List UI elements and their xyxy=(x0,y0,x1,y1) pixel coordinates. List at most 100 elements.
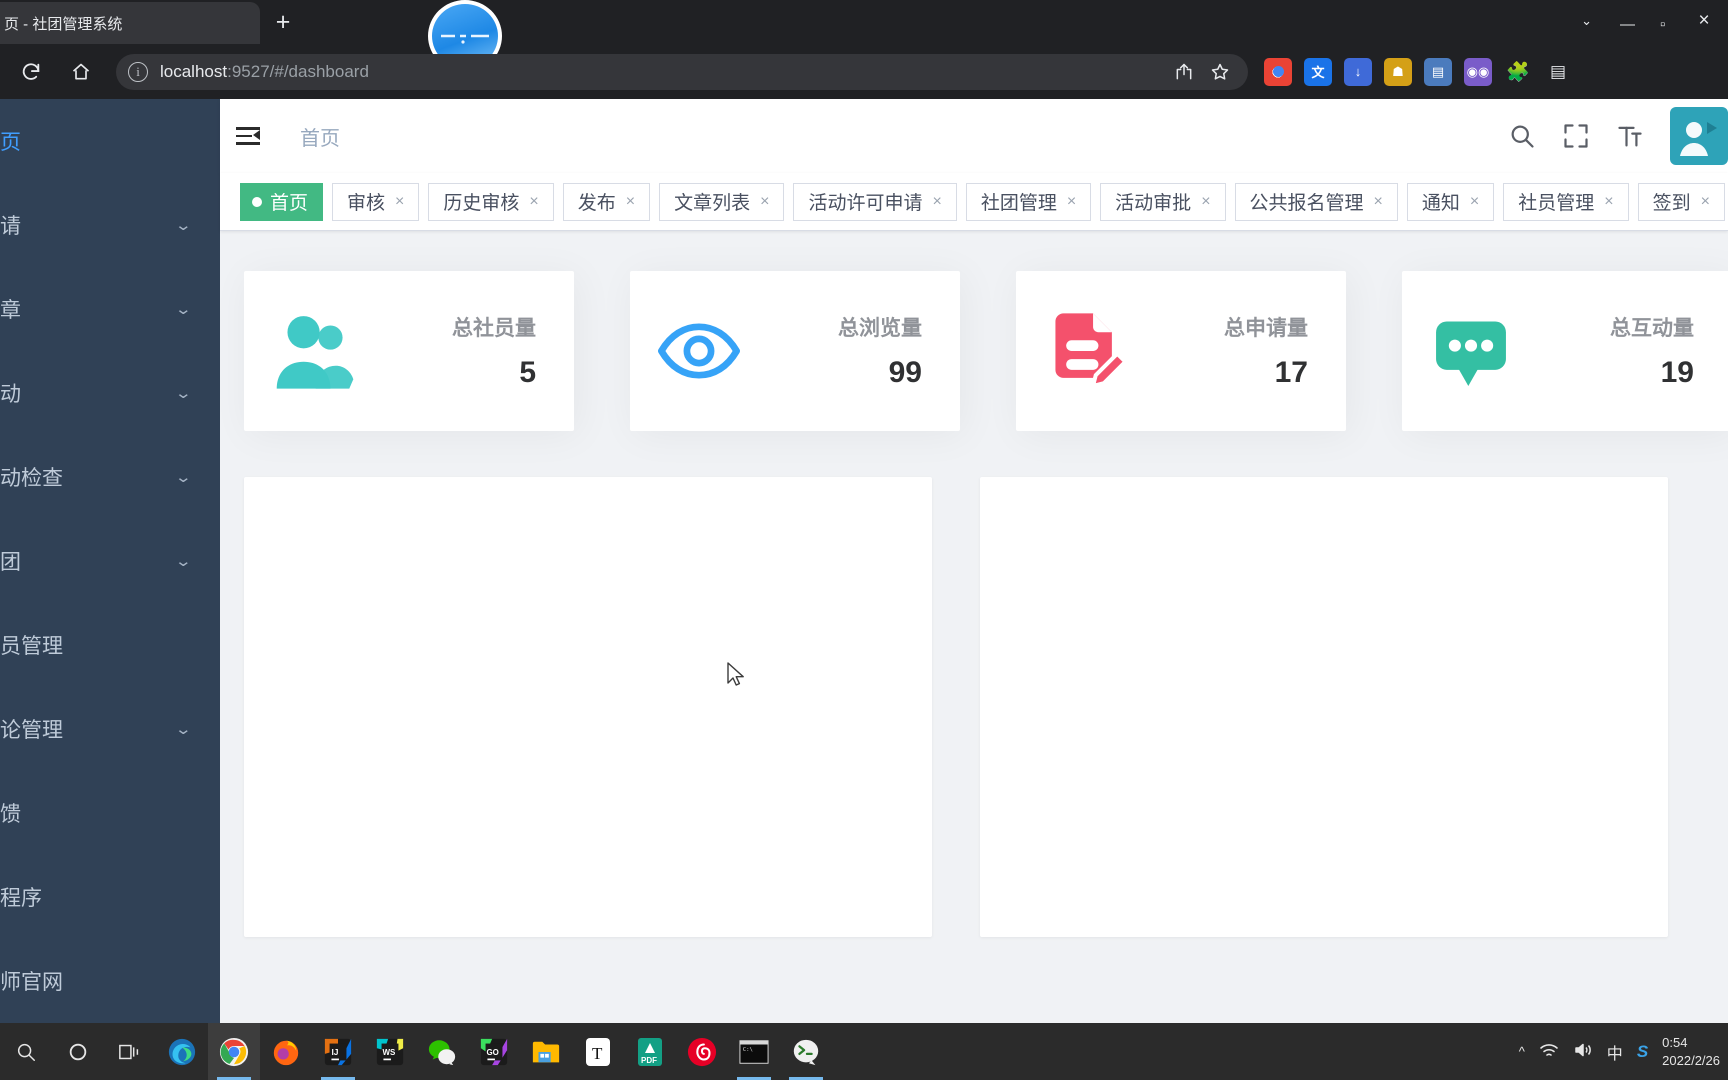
tags-view: 首页 审核 × 历史审核 × 发布 × 文章列表 × 活动许可申请 × 社团管理 × 活动审批 × 公共报名管… xyxy=(220,173,1728,231)
tag-close-icon[interactable]: × xyxy=(1067,193,1076,211)
taskbar-taskview-icon[interactable] xyxy=(104,1023,156,1080)
info-icon[interactable]: i xyxy=(128,61,148,82)
sidebar-item-feedback[interactable]: 馈 xyxy=(0,771,220,855)
sidebar-item-member-manage[interactable]: 员管理 xyxy=(0,603,220,687)
side-panel-icon[interactable]: ▤ xyxy=(1544,58,1572,86)
taskbar-explorer[interactable] xyxy=(520,1023,572,1080)
taskbar-typora[interactable]: T xyxy=(572,1023,624,1080)
panel-card[interactable]: 总申请量 17 xyxy=(1016,271,1346,431)
address-bar[interactable]: i localhost:9527/#/dashboard xyxy=(116,53,1248,90)
clipboard-icon[interactable]: ▤ xyxy=(1424,57,1452,86)
panel-card[interactable]: 总社员量 5 xyxy=(244,271,574,431)
sidebar-item-article[interactable]: 章 ⌄ xyxy=(0,267,220,351)
chart-panel-right xyxy=(980,477,1668,937)
taskbar-pdf[interactable]: PDF xyxy=(624,1023,676,1080)
taskbar-netease[interactable] xyxy=(676,1023,728,1080)
user-script-icon[interactable]: ☗ xyxy=(1384,57,1412,86)
tag-item[interactable]: 历史审核 × xyxy=(428,182,554,221)
sidebar-item-teacher-site[interactable]: 师官网 xyxy=(0,939,220,1023)
sidebar-item-application[interactable]: 请 ⌄ xyxy=(0,183,220,267)
sidebar-item-home[interactable]: 页 xyxy=(0,99,220,183)
sidebar-item-label: 师官网 xyxy=(0,971,63,994)
navbar: 首页 xyxy=(220,99,1728,173)
tag-item[interactable]: 活动审批 × xyxy=(1100,182,1226,221)
peoples-icon xyxy=(266,304,360,398)
font-size-icon[interactable] xyxy=(1616,122,1644,150)
document-edit-icon xyxy=(1038,304,1132,398)
taskbar-goland[interactable]: GO xyxy=(468,1023,520,1080)
sidebar-item-miniprogram[interactable]: 程序 xyxy=(0,855,220,939)
svg-text:C:\: C:\ xyxy=(743,1047,753,1053)
tag-close-icon[interactable]: × xyxy=(760,193,769,211)
tag-item[interactable]: 社团管理 × xyxy=(965,182,1092,221)
search-icon[interactable] xyxy=(1508,122,1536,150)
wifi-icon[interactable] xyxy=(1539,1042,1559,1061)
sogou-input-icon[interactable]: S xyxy=(1637,1042,1648,1062)
tag-close-icon[interactable]: × xyxy=(1374,193,1383,211)
tag-close-icon[interactable]: × xyxy=(626,193,635,211)
translate-icon[interactable]: 文 xyxy=(1304,57,1332,86)
volume-icon[interactable] xyxy=(1573,1042,1593,1061)
taskbar-firefox[interactable] xyxy=(260,1023,312,1080)
puzzle-icon[interactable]: 🧩 xyxy=(1504,58,1532,86)
tag-close-icon[interactable]: × xyxy=(932,193,941,211)
download-icon[interactable]: ↓ xyxy=(1344,57,1372,86)
taskbar-edge[interactable] xyxy=(156,1023,208,1080)
tag-item[interactable]: 通知 × xyxy=(1406,182,1495,221)
taskbar-cortana-icon[interactable] xyxy=(52,1023,104,1080)
browser-tab[interactable]: 页 - 社团管理系统 xyxy=(0,2,260,44)
taskbar-clock[interactable]: 0:54 2022/2/26 xyxy=(1662,1034,1720,1069)
tab-close-icon[interactable]: × xyxy=(1694,11,1714,31)
avatar[interactable] xyxy=(1670,107,1728,165)
svg-text:T: T xyxy=(592,1044,603,1063)
tag-item[interactable]: 公共报名管理 × xyxy=(1234,182,1398,221)
taskbar-terminal[interactable] xyxy=(780,1023,832,1080)
taskbar-wechat[interactable] xyxy=(416,1023,468,1080)
ime-indicator[interactable]: 中 xyxy=(1607,1040,1623,1064)
window-minimize-button[interactable]: — xyxy=(1620,16,1644,33)
panel-group: 总社员量 5 总浏览量 99 总申请量 17 总互动量 19 xyxy=(244,271,1728,431)
tag-close-icon[interactable]: × xyxy=(1604,193,1613,211)
tag-close-icon[interactable]: × xyxy=(529,193,538,211)
sidebar-item-label: 程序 xyxy=(0,887,42,910)
taskbar-chrome[interactable] xyxy=(208,1023,260,1080)
sidebar-item-comment-manage[interactable]: 论管理 ⌄ xyxy=(0,687,220,771)
sidebar-item-activity[interactable]: 动 ⌄ xyxy=(0,351,220,435)
home-icon[interactable] xyxy=(64,55,98,89)
star-icon[interactable] xyxy=(1210,62,1230,82)
tag-close-icon[interactable]: × xyxy=(1201,193,1210,211)
panel-card[interactable]: 总互动量 19 xyxy=(1402,271,1728,431)
tag-item[interactable]: 文章列表 × xyxy=(659,182,785,221)
reload-icon[interactable] xyxy=(14,55,48,89)
tray-chevron-icon[interactable]: ^ xyxy=(1519,1044,1525,1059)
tag-item[interactable]: 审核 × xyxy=(332,182,420,221)
tag-close-icon[interactable]: × xyxy=(1701,193,1710,211)
new-tab-button[interactable]: + xyxy=(268,8,298,38)
taskbar-cmd[interactable]: C:\ xyxy=(728,1023,780,1080)
tag-item[interactable]: 活动许可申请 × xyxy=(793,182,957,221)
panel-card[interactable]: 总浏览量 99 xyxy=(630,271,960,431)
sidebar-item-club[interactable]: 团 ⌄ xyxy=(0,519,220,603)
taskbar-intellij[interactable]: IJ xyxy=(312,1023,364,1080)
window-maximize-button[interactable]: ▫ xyxy=(1660,16,1684,33)
fullscreen-icon[interactable] xyxy=(1562,122,1590,150)
sidebar-item-label: 动 xyxy=(0,383,21,406)
tag-label: 历史审核 xyxy=(443,193,520,214)
tag-item[interactable]: 发布 × xyxy=(562,182,651,221)
tag-item[interactable]: 首页 xyxy=(240,182,324,221)
adblock-icon[interactable]: ◉◉ xyxy=(1464,57,1492,86)
sidebar-item-activity-check[interactable]: 动检查 ⌄ xyxy=(0,435,220,519)
hamburger-collapse-icon[interactable] xyxy=(236,125,260,147)
main-container: 首页 首页 审核 × 历史审核 × 发布 × 文章列表 × 活动许可申请 × 社… xyxy=(220,99,1728,1023)
tag-item[interactable]: 签到 × xyxy=(1637,182,1725,221)
share-icon[interactable] xyxy=(1174,62,1194,82)
sidebar-item-label: 页 xyxy=(0,131,21,154)
taskbar-search-icon[interactable] xyxy=(0,1023,52,1080)
taskbar-webstorm[interactable]: WS xyxy=(364,1023,416,1080)
chrome-profile-icon[interactable] xyxy=(1264,57,1292,86)
chevron-down-icon[interactable]: ⌄ xyxy=(1581,13,1592,29)
tag-item[interactable]: 社员管理 × xyxy=(1503,182,1629,221)
tag-close-icon[interactable]: × xyxy=(395,193,404,211)
tag-close-icon[interactable]: × xyxy=(1470,193,1479,211)
chart-panel-left xyxy=(244,477,932,937)
